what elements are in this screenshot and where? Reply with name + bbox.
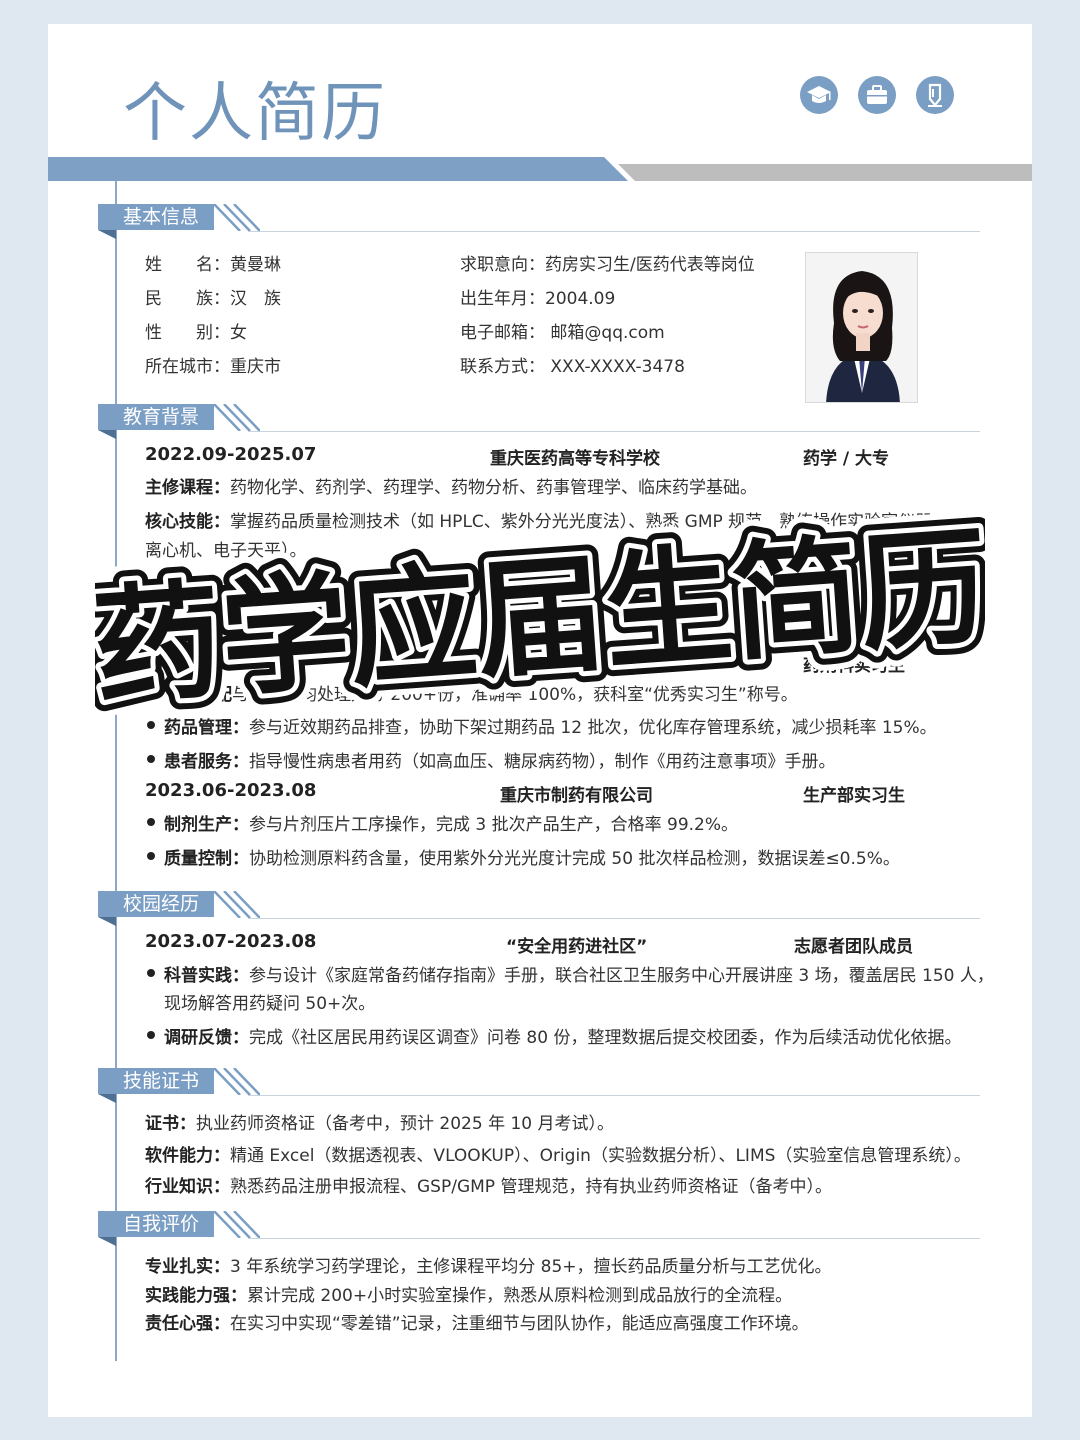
section-rule <box>248 1238 980 1239</box>
header-band-gray <box>618 164 1032 181</box>
stripes-decoration <box>213 1068 260 1095</box>
job2-company: 重庆市制药有限公司 <box>500 786 653 806</box>
pen-icon <box>916 76 954 114</box>
section-title: 基本信息 <box>98 204 214 230</box>
section-rule <box>248 1095 980 1096</box>
tab-fold <box>98 917 116 926</box>
stripes-decoration <box>213 404 260 431</box>
section-header-self-eval: 自我评价 <box>98 1211 980 1251</box>
info-ethnicity: 民 族：汉 族 <box>145 289 281 309</box>
skills-industry: 行业知识：熟悉药品注册申报流程、GSP/GMP 管理规范，持有执业药师资格证（备… <box>145 1177 832 1197</box>
section-title: 校园经历 <box>98 891 214 917</box>
stripes-decoration <box>213 204 260 231</box>
section-rule <box>248 918 980 919</box>
campus-role: 志愿者团队成员 <box>794 937 913 957</box>
edu-courses: 主修课程：药物化学、药剂学、药理学、药物分析、药事管理学、临床药学基础。 <box>145 478 757 498</box>
info-email: 电子邮箱： 邮箱@qq.com <box>460 323 665 343</box>
timeline-line <box>115 181 117 1361</box>
bullet <box>147 818 155 826</box>
edu-major: 药学 / 大专 <box>803 449 890 469</box>
profile-photo <box>805 252 918 403</box>
campus-item1-cont: 现场解答用药疑问 50+次。 <box>164 994 376 1014</box>
resume-page: 个人简历 基本信息 姓 名：黄曼琳 民 族：汉 族 性 别：女 所在城市：重庆市… <box>48 24 1032 1417</box>
job2-period: 2023.06-2023.08 <box>145 780 317 801</box>
campus-item2: 调研反馈：完成《社区居民用药误区调查》问卷 80 份，整理数据后提交校团委，作为… <box>164 1028 962 1048</box>
section-header-basic: 基本信息 <box>98 204 980 244</box>
info-phone: 联系方式： XXX-XXXX-3478 <box>460 357 685 377</box>
tab-fold <box>98 1237 116 1246</box>
section-title: 技能证书 <box>98 1068 214 1094</box>
overlay-title-text: 药学应届生简历 <box>95 513 985 720</box>
section-rule <box>248 431 980 432</box>
skills-software: 软件能力：精通 Excel（数据透视表、VLOOKUP）、Origin（实验数据… <box>145 1146 971 1166</box>
graduation-cap-icon <box>800 76 838 114</box>
job1-item3: 患者服务：指导慢性病患者用药（如高血压、糖尿病药物），制作《用药注意事项》手册。 <box>164 752 836 772</box>
tab-fold <box>98 430 116 439</box>
section-header-campus: 校园经历 <box>98 891 980 931</box>
self-eval-item2: 实践能力强：累计完成 200+小时实验室操作，熟悉从原料检测到成品放行的全流程。 <box>145 1286 793 1306</box>
info-gender: 性 别：女 <box>145 323 247 343</box>
section-title: 教育背景 <box>98 404 214 430</box>
job2-item1: 制剂生产：参与片剂压片工序操作，完成 3 批次产品生产，合格率 99.2%。 <box>164 815 739 835</box>
info-birth: 出生年月：2004.09 <box>460 289 616 309</box>
job2-item2: 质量控制：协助检测原料药含量，使用紫外分光光度计完成 50 批次样品检测，数据误… <box>164 849 900 869</box>
self-eval-item3: 责任心强：在实习中实现“零差错”记录，注重细节与团队协作，能适应高强度工作环境。 <box>145 1314 809 1334</box>
job2-role: 生产部实习生 <box>803 786 905 806</box>
tab-fold <box>98 230 116 239</box>
edu-period: 2022.09-2025.07 <box>145 444 317 465</box>
campus-item1: 科普实践：参与设计《家庭常备药储存指南》手册，联合社区卫生服务中心开展讲座 3 … <box>164 966 994 986</box>
campus-period: 2023.07-2023.08 <box>145 931 317 952</box>
campus-activity: “安全用药进社区” <box>506 937 648 957</box>
stripes-decoration <box>213 891 260 918</box>
section-header-skills: 技能证书 <box>98 1068 980 1108</box>
skills-cert: 证书：执业药师资格证（备考中，预计 2025 年 10 月考试）。 <box>145 1114 615 1134</box>
info-job-intent: 求职意向：药房实习生/医药代表等岗位 <box>460 255 755 275</box>
bullet <box>147 755 155 763</box>
section-header-education: 教育背景 <box>98 404 980 444</box>
header-band-blue <box>48 157 628 181</box>
info-city: 所在城市：重庆市 <box>145 357 281 377</box>
info-name: 姓 名：黄曼琳 <box>145 255 281 275</box>
section-rule <box>248 231 980 232</box>
edu-school: 重庆医药高等专科学校 <box>490 449 660 469</box>
overlay-title-sticker: 药学应届生简历 药学应届生简历 药学应届生简历 药学应届生简历 <box>95 500 985 720</box>
bullet <box>147 1031 155 1039</box>
tab-fold <box>98 1094 116 1103</box>
section-title: 自我评价 <box>98 1211 214 1237</box>
bullet <box>147 852 155 860</box>
bullet <box>147 969 155 977</box>
page-title: 个人简历 <box>123 77 387 151</box>
bullet <box>147 721 155 729</box>
briefcase-icon <box>858 76 896 114</box>
self-eval-item1: 专业扎实：3 年系统学习药学理论，主修课程平均分 85+，擅长药品质量分析与工艺… <box>145 1257 832 1277</box>
stripes-decoration <box>213 1211 260 1238</box>
